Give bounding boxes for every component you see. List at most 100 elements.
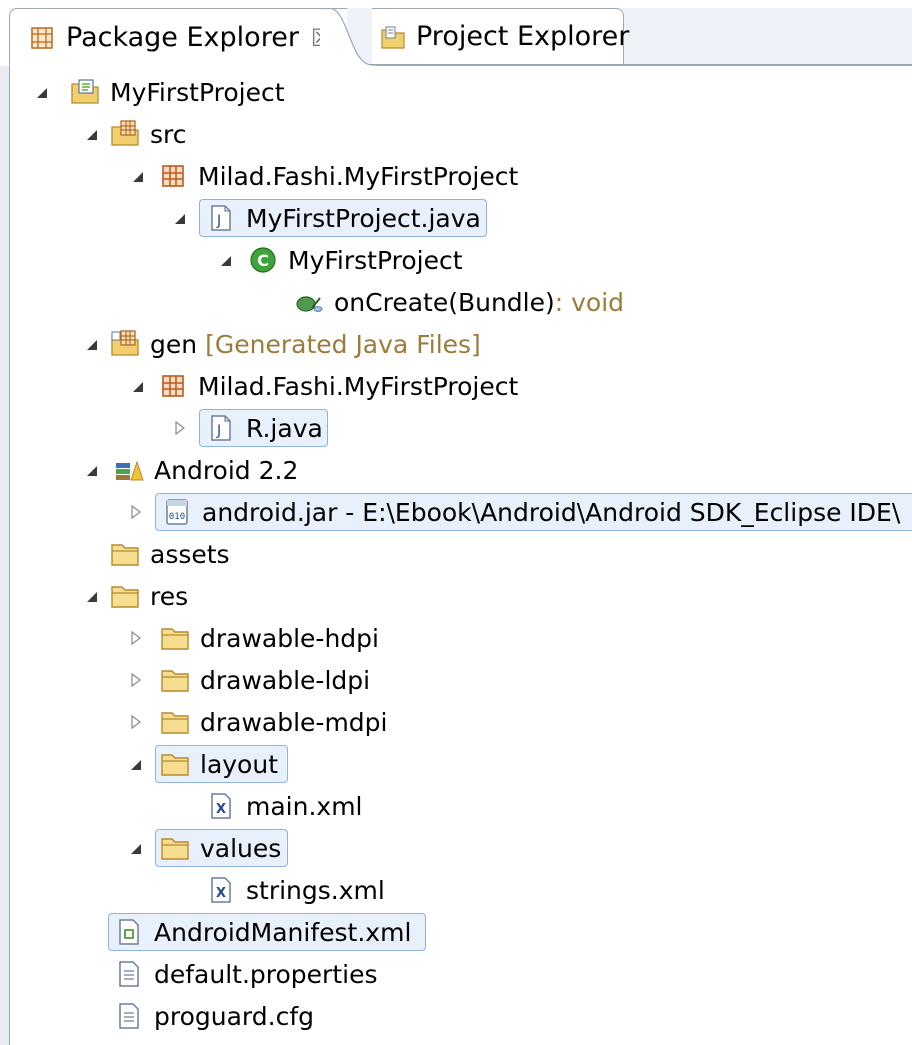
- tree-item-label: gen: [150, 329, 198, 359]
- tree-item-label: drawable-hdpi: [200, 623, 379, 653]
- package-icon: [158, 371, 188, 401]
- java-file-icon: J: [206, 413, 236, 443]
- tree-item-label: R.java: [246, 413, 323, 443]
- expand-twisty-icon[interactable]: [84, 589, 98, 603]
- tree-item[interactable]: J R.java: [206, 408, 323, 448]
- collapse-twisty-icon[interactable]: [128, 631, 142, 645]
- gen-folder-icon: [110, 329, 140, 359]
- svg-text:010: 010: [169, 512, 185, 522]
- tree-item[interactable]: drawable-ldpi: [160, 660, 370, 700]
- tree-item[interactable]: MyFirstProject: [70, 72, 285, 112]
- tree-item[interactable]: res: [110, 576, 188, 616]
- package-explorer-icon: [30, 26, 54, 50]
- expand-twisty-icon[interactable]: [84, 463, 98, 477]
- text-file-icon: [114, 1001, 144, 1031]
- tree-item[interactable]: C MyFirstProject: [248, 240, 463, 280]
- svg-text:C: C: [257, 251, 269, 270]
- expand-twisty-icon[interactable]: [172, 211, 186, 225]
- source-folder-icon: [110, 119, 140, 149]
- view-border-line: [9, 64, 10, 1045]
- collapse-twisty-icon[interactable]: [128, 715, 142, 729]
- tree-item[interactable]: Xstrings.xml: [206, 870, 385, 910]
- view-left-border: [0, 0, 9, 1045]
- tree-item[interactable]: drawable-hdpi: [160, 618, 379, 658]
- tree-item[interactable]: gen [Generated Java Files]: [110, 324, 481, 364]
- expand-twisty-icon[interactable]: [130, 379, 144, 393]
- tree-item[interactable]: Milad.Fashi.MyFirstProject: [158, 366, 518, 406]
- svg-text:X: X: [216, 886, 226, 901]
- android-project-icon: [70, 77, 100, 107]
- collapse-twisty-icon[interactable]: [172, 421, 186, 435]
- text-file-icon: [114, 959, 144, 989]
- tree-item-decoration: [Generated Java Files]: [205, 329, 481, 359]
- tree-item-label: Milad.Fashi.MyFirstProject: [198, 161, 519, 191]
- tree-item-label: MyFirstProject: [288, 245, 463, 275]
- expand-twisty-icon[interactable]: [84, 127, 98, 141]
- collapse-twisty-icon[interactable]: [128, 505, 142, 519]
- folder-icon: [110, 581, 140, 611]
- tree-item[interactable]: 010 android.jar - E:\Ebook\Android\Androi…: [162, 492, 900, 532]
- folder-icon: [160, 749, 190, 779]
- tree-item-label: MyFirstProject.java: [246, 203, 481, 233]
- folder-icon: [160, 707, 190, 737]
- method-icon: [294, 287, 324, 317]
- xml-file-icon: X: [206, 875, 236, 905]
- svg-text:J: J: [216, 423, 221, 439]
- collapse-twisty-icon[interactable]: [128, 673, 142, 687]
- tab-label: Package Explorer: [66, 22, 299, 53]
- tree-item[interactable]: AndroidManifest.xml: [114, 912, 411, 952]
- tree-item-label: onCreate(Bundle): [334, 287, 555, 317]
- folder-icon: [160, 623, 190, 653]
- folder-icon: [160, 833, 190, 863]
- svg-text:X: X: [216, 802, 226, 817]
- tree-item-label: layout: [200, 749, 279, 779]
- svg-text:J: J: [216, 213, 221, 229]
- tab-package-explorer[interactable]: Package Explorer ☒: [9, 8, 347, 66]
- tree-item[interactable]: J MyFirstProject.java: [206, 198, 481, 238]
- expand-twisty-icon[interactable]: [128, 841, 142, 855]
- tree-item[interactable]: onCreate(Bundle) : void: [294, 282, 624, 322]
- expand-twisty-icon[interactable]: [84, 337, 98, 351]
- expand-twisty-icon[interactable]: [218, 253, 232, 267]
- tab-label: Project Explorer: [416, 21, 630, 52]
- tree-item-label: MyFirstProject: [110, 77, 285, 107]
- tree-item-label: assets: [150, 539, 230, 569]
- folder-icon: [110, 539, 140, 569]
- tree-item-label: android.jar - E:\Ebook\Android\Android S…: [202, 497, 901, 527]
- project-explorer-icon: [380, 25, 405, 49]
- return-type-label: : void: [554, 287, 625, 317]
- tree-item[interactable]: default.properties: [114, 954, 378, 994]
- tree-item[interactable]: drawable-mdpi: [160, 702, 388, 742]
- tab-project-explorer[interactable]: Project Explorer: [372, 8, 629, 64]
- tree-item-label: drawable-mdpi: [200, 707, 388, 737]
- tab-curve: [320, 8, 376, 66]
- tree-item[interactable]: Milad.Fashi.MyFirstProject: [158, 156, 518, 196]
- tree-item-label: strings.xml: [246, 875, 385, 905]
- view-tab-strip: Project Explorer Package Explorer ☒: [0, 0, 912, 66]
- tree-item-label: proguard.cfg: [154, 1001, 314, 1031]
- tree-item-label: Android 2.2: [154, 455, 299, 485]
- expand-twisty-icon[interactable]: [128, 757, 142, 771]
- tree-item-label: main.xml: [246, 791, 363, 821]
- tree-item[interactable]: values: [160, 828, 281, 868]
- library-icon: [114, 455, 144, 485]
- tree-item-label: drawable-ldpi: [200, 665, 371, 695]
- xml-file-icon: X: [206, 791, 236, 821]
- tree-item-label: values: [200, 833, 282, 863]
- tree-item-label: default.properties: [154, 959, 378, 989]
- class-icon: C: [248, 245, 278, 275]
- tree-item[interactable]: Xmain.xml: [206, 786, 363, 826]
- tree-item[interactable]: proguard.cfg: [114, 996, 314, 1036]
- tree-item-label: res: [150, 581, 189, 611]
- manifest-file-icon: [114, 917, 144, 947]
- expand-twisty-icon[interactable]: [130, 169, 144, 183]
- folder-icon: [160, 665, 190, 695]
- jar-icon: 010: [162, 497, 192, 527]
- expand-twisty-icon[interactable]: [34, 85, 48, 99]
- tree-item-label: src: [150, 119, 187, 149]
- tree-item[interactable]: assets: [110, 534, 230, 574]
- tree-item[interactable]: layout: [160, 744, 278, 784]
- tree-item-label: Milad.Fashi.MyFirstProject: [198, 371, 519, 401]
- tree-item[interactable]: Android 2.2: [114, 450, 298, 490]
- tree-item[interactable]: src: [110, 114, 187, 154]
